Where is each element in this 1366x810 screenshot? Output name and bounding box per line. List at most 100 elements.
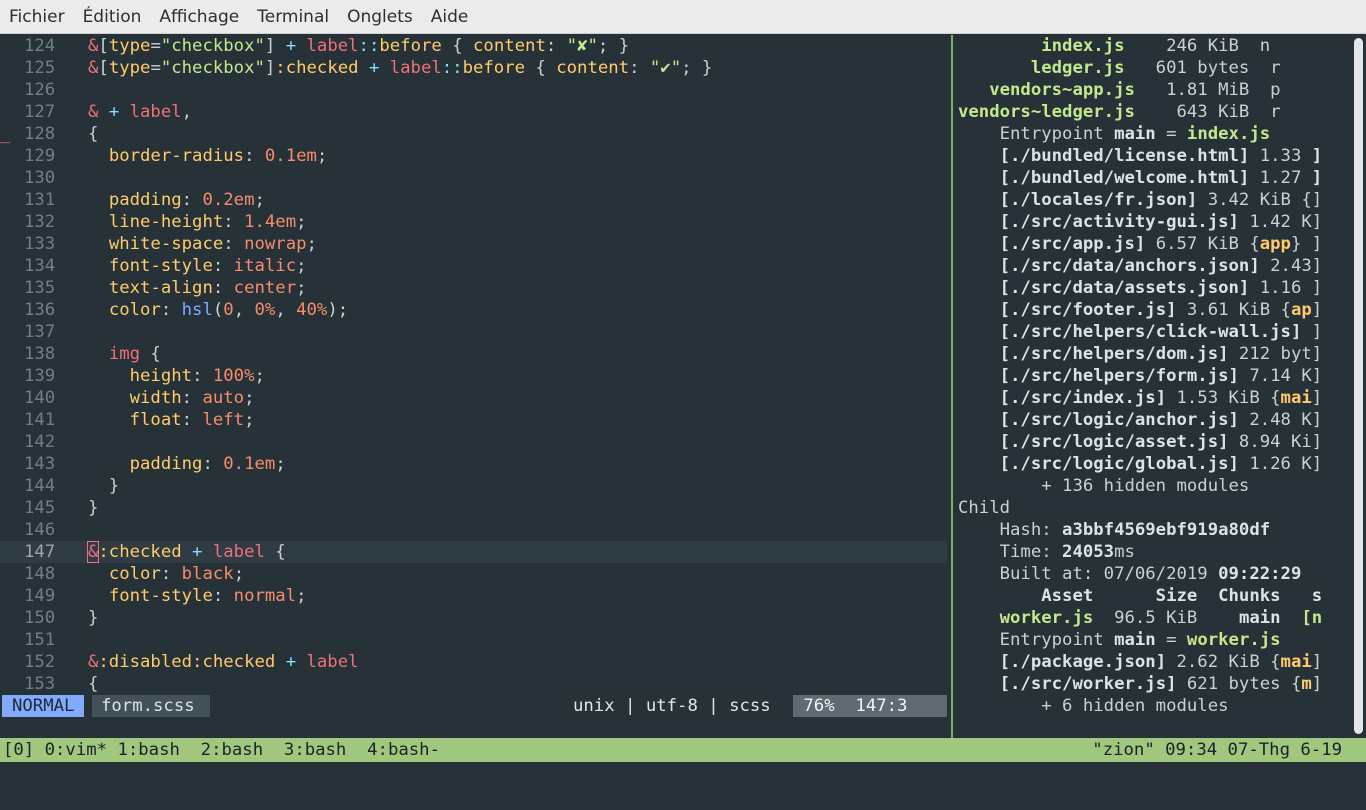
terminal-text: 643 KiB r [1134, 102, 1281, 122]
menu-onglets[interactable]: Onglets [338, 0, 422, 34]
line-number: 138 [24, 344, 56, 364]
code-line[interactable]: 137 [0, 321, 947, 343]
terminal-text: 1.26 K] [1238, 454, 1323, 474]
code-token: : [212, 586, 234, 606]
line-number: 128 [24, 124, 56, 144]
code-line[interactable]: 131 padding: 0.2em; [0, 189, 947, 211]
terminal-text: 2.62 KiB { [1166, 652, 1281, 672]
code-line[interactable]: 147 &:checked + label { [0, 541, 947, 563]
tmux-window-list[interactable]: [0] 0:vim* 1:bash 2:bash 3:bash 4:bash- [3, 738, 440, 762]
code-token: ; [244, 410, 255, 430]
terminal-text: [./src/logic/global.js] [999, 454, 1239, 474]
code-line[interactable]: 146 [0, 519, 947, 541]
code-line[interactable]: 148 color: black; [0, 563, 947, 585]
vim-editor-pane[interactable]: 124 &[type="checkbox"] + label::before { … [0, 35, 951, 695]
code-text: padding: 0.2em; [88, 189, 265, 211]
code-token: left [202, 410, 245, 430]
code-token: : [192, 366, 213, 386]
terminal-line: [./src/activity-gui.js] 1.42 K] [958, 211, 1350, 233]
code-line[interactable]: 126 [0, 79, 947, 101]
code-token: ; } [597, 36, 630, 56]
code-line[interactable]: 125 &[type="checkbox"]:checked + label::b… [0, 57, 947, 79]
code-line[interactable]: 138 img { [0, 343, 947, 365]
code-line[interactable]: 129 border-radius: 0.1em; [0, 145, 947, 167]
code-token: : [212, 256, 234, 276]
scrollbar-thumb[interactable] [1354, 38, 1363, 734]
terminal-text: 1.81 MiB p [1134, 80, 1281, 100]
code-line[interactable]: 135 text-align: center; [0, 277, 947, 299]
code-line[interactable]: 140 width: auto; [0, 387, 947, 409]
terminal-line: vendors~app.js 1.81 MiB p [958, 79, 1350, 101]
code-line[interactable]: 130 [0, 167, 947, 189]
code-token: 0 [223, 300, 234, 320]
terminal-text: 2.48 K] [1238, 410, 1323, 430]
terminal-text: ] [1311, 168, 1323, 188]
line-number: 152 [24, 652, 56, 672]
code-token: 0.1em [223, 454, 276, 474]
line-number: 137 [24, 322, 56, 342]
code-token: + [285, 36, 297, 56]
terminal-line: Hash: a3bbf4569ebf919a80df [958, 519, 1350, 541]
line-number: 150 [24, 608, 56, 628]
line-number: 148 [24, 564, 56, 584]
vim-command-line[interactable] [0, 717, 951, 738]
terminal-line: [./bundled/license.html] 1.33 ] [958, 145, 1350, 167]
code-line[interactable]: 151 [0, 629, 947, 651]
terminal-text: [n [1301, 608, 1323, 628]
menu-edition[interactable]: Édition [74, 0, 151, 34]
terminal-line: Time: 24053ms [958, 541, 1350, 563]
code-line[interactable]: 153 { [0, 673, 947, 695]
code-line[interactable]: 136 color: hsl(0, 0%, 40%); [0, 299, 947, 321]
terminal-text: 601 bytes r [1124, 58, 1281, 78]
terminal-line: + 136 hidden modules [958, 475, 1350, 497]
code-line[interactable]: 152 &:disabled:checked + label [0, 651, 947, 673]
menu-terminal[interactable]: Terminal [248, 0, 338, 34]
terminal-text: Hash: [958, 520, 1063, 540]
code-line[interactable]: 142 [0, 431, 947, 453]
code-line[interactable]: 141 float: left; [0, 409, 947, 431]
code-token: ; [316, 146, 328, 166]
code-line[interactable]: 133 white-space: nowrap; [0, 233, 947, 255]
code-line[interactable]: 139 height: 100%; [0, 365, 947, 387]
code-token: { [441, 36, 474, 56]
code-token: hsl [181, 300, 213, 320]
terminal-text: 6.57 KiB { [1145, 234, 1260, 254]
code-text: border-radius: 0.1em; [88, 145, 328, 167]
code-line[interactable]: 150} [0, 607, 947, 629]
code-line[interactable]: 143 padding: 0.1em; [0, 453, 947, 475]
code-line[interactable]: 145} [0, 497, 947, 519]
code-line[interactable]: 134 font-style: italic; [0, 255, 947, 277]
code-token: white-space [108, 234, 224, 254]
menu-fichier[interactable]: Fichier [0, 0, 74, 34]
code-token: normal [233, 586, 297, 606]
code-line[interactable]: 149 font-style: normal; [0, 585, 947, 607]
terminal-text: main [1114, 630, 1156, 650]
code-line[interactable]: 124 &[type="checkbox"] + label::before { … [0, 35, 947, 57]
code-token: { [88, 674, 99, 694]
code-line[interactable]: 144 } [0, 475, 947, 497]
vim-statusline: NORMAL form.scss unix | utf-8 | scss 76%… [0, 695, 947, 717]
menu-aide[interactable]: Aide [422, 0, 478, 34]
vim-fileinfo: unix | utf-8 | scss [573, 696, 771, 716]
code-token: ; } [681, 58, 713, 78]
line-number: 149 [24, 586, 56, 606]
code-line[interactable]: 132 line-height: 1.4em; [0, 211, 947, 233]
code-text: &[type="checkbox"] + label::before { con… [88, 35, 629, 57]
code-line[interactable]: _ 128 { [0, 123, 947, 145]
code-token: 0% [254, 300, 276, 320]
code-line[interactable]: 127 & + label, [0, 101, 947, 123]
code-token: = [150, 36, 161, 56]
code-token: nowrap [244, 234, 307, 254]
code-text: float: left; [88, 409, 255, 431]
terminal-pane[interactable]: index.js 246 KiB n ledger.js 601 bytes r… [953, 35, 1350, 738]
menu-affichage[interactable]: Affichage [150, 0, 248, 34]
line-number: 139 [24, 366, 56, 386]
terminal-line: [./src/logic/anchor.js] 2.48 K] [958, 409, 1350, 431]
